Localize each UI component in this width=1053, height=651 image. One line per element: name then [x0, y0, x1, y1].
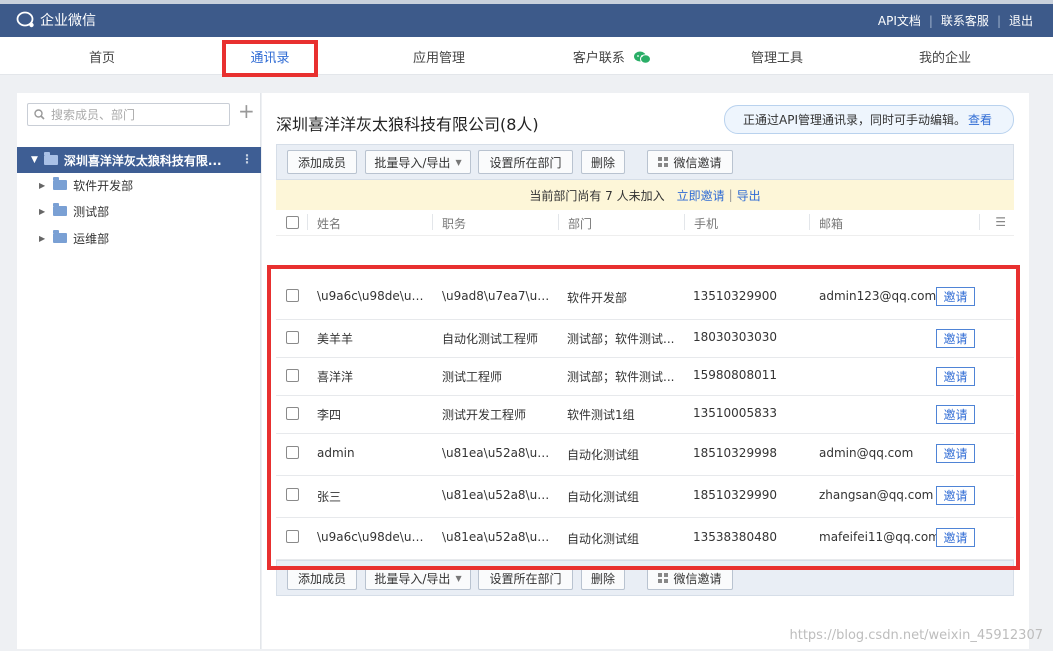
nav-admin-tools[interactable]: 管理工具: [727, 47, 827, 66]
folder-icon: [53, 230, 68, 243]
folder-icon: [53, 177, 68, 190]
caret-right-icon: ▶: [39, 206, 46, 216]
column-header-phone[interactable]: 手机: [694, 215, 718, 232]
add-member-button[interactable]: 添加成员: [287, 150, 357, 174]
column-divider: [432, 214, 433, 230]
set-department-button[interactable]: 设置所在部门: [478, 150, 573, 174]
qr-grid-icon: [658, 157, 669, 167]
tree-root-label: 深圳喜洋洋灰太狼科技有限...: [63, 153, 222, 168]
notice-text: 当前部门尚有 7 人未加入: [529, 188, 665, 203]
wechat-invite-button[interactable]: 微信邀请: [647, 150, 733, 174]
api-note-banner: 正通过API管理通讯录，同时可手动编辑。 查看: [724, 105, 1014, 134]
tree-item-ops[interactable]: ▶ 运维部: [39, 228, 109, 248]
logout-link[interactable]: 退出: [1009, 12, 1033, 29]
column-header-name[interactable]: 姓名: [317, 215, 341, 232]
company-title: 深圳喜洋洋灰太狼科技有限公司(8人): [276, 115, 539, 134]
member-table-header: 姓名 职务 部门 手机 邮箱 ☰: [276, 210, 1014, 236]
department-sidebar: 搜索成员、部门 + ▼ 深圳喜洋洋灰太狼科技有限... ⋮ ▶ 软件开发部 ▶ …: [17, 93, 261, 649]
member-search-input[interactable]: 搜索成员、部门: [27, 103, 230, 126]
dropdown-arrow-icon: ▼: [455, 157, 462, 167]
folder-icon: [43, 152, 58, 165]
nav-my-company[interactable]: 我的企业: [895, 47, 995, 66]
pending-join-notice: 当前部门尚有 7 人未加入 立即邀请 | 导出: [276, 180, 1014, 210]
contact-support-link[interactable]: 联系客服: [941, 12, 989, 29]
top-bar: 企业微信 API文档 | 联系客服 | 退出: [0, 0, 1053, 37]
delete-button[interactable]: 删除: [581, 150, 625, 174]
highlight-box-member-table: [267, 265, 1020, 570]
nav-customer-contact[interactable]: 客户联系: [557, 47, 667, 66]
nav-home[interactable]: 首页: [52, 47, 152, 66]
select-all-checkbox[interactable]: [286, 216, 299, 229]
top-links: API文档 | 联系客服 | 退出: [878, 12, 1033, 29]
nav-customer-contact-label: 客户联系: [572, 51, 625, 66]
tree-item-label: 测试部: [73, 204, 110, 219]
top-separator: |: [996, 13, 1001, 28]
notice-separator: |: [728, 188, 733, 202]
column-divider: [809, 214, 810, 230]
more-options-icon[interactable]: ⋮: [241, 152, 253, 166]
qr-grid-icon: [658, 573, 669, 583]
tree-item-software-dev[interactable]: ▶ 软件开发部: [39, 175, 133, 195]
column-header-title[interactable]: 职务: [442, 215, 466, 232]
highlight-box-contacts-tab: [222, 40, 318, 77]
wechat-icon: [634, 51, 652, 64]
api-note-view-link[interactable]: 查看: [968, 111, 992, 128]
folder-icon: [53, 203, 68, 216]
column-divider: [684, 214, 685, 230]
tree-root-company[interactable]: ▼ 深圳喜洋洋灰太狼科技有限... ⋮: [17, 147, 261, 173]
column-divider: [307, 214, 308, 230]
column-header-email[interactable]: 邮箱: [819, 215, 843, 232]
add-department-button[interactable]: +: [238, 101, 255, 121]
watermark: https://blog.csdn.net/weixin_45912307: [789, 628, 1043, 643]
tree-item-label: 软件开发部: [73, 178, 134, 193]
column-settings-icon[interactable]: ☰: [995, 215, 1006, 229]
app-logo[interactable]: 企业微信: [16, 10, 96, 30]
export-link[interactable]: 导出: [737, 187, 761, 204]
caret-right-icon: ▶: [39, 180, 46, 190]
api-note-text: 正通过API管理通讯录，同时可手动编辑。: [743, 113, 966, 127]
invite-now-link[interactable]: 立即邀请: [677, 187, 725, 204]
wecom-logo-icon: [16, 11, 34, 28]
batch-label: 批量导入/导出: [374, 155, 451, 170]
wechat-invite-label: 微信邀请: [673, 571, 722, 586]
dropdown-arrow-icon: ▼: [455, 573, 462, 583]
column-divider: [979, 214, 980, 230]
search-icon: [34, 109, 45, 120]
column-header-department[interactable]: 部门: [568, 215, 592, 232]
api-docs-link[interactable]: API文档: [878, 12, 921, 29]
search-placeholder: 搜索成员、部门: [51, 108, 136, 122]
caret-right-icon: ▶: [39, 233, 46, 243]
tree-item-testing[interactable]: ▶ 测试部: [39, 201, 109, 221]
main-nav: 首页 通讯录 应用管理 客户联系 管理工具 我的企业: [0, 37, 1053, 75]
member-toolbar-top: 添加成员 批量导入/导出 ▼ 设置所在部门 删除 微信邀请: [276, 144, 1014, 180]
nav-app-management[interactable]: 应用管理: [389, 47, 489, 66]
batch-label: 批量导入/导出: [374, 571, 451, 586]
wechat-invite-label: 微信邀请: [673, 155, 722, 170]
tree-item-label: 运维部: [73, 231, 110, 246]
batch-import-export-button[interactable]: 批量导入/导出 ▼: [365, 150, 471, 174]
app-title: 企业微信: [40, 13, 96, 29]
column-divider: [558, 214, 559, 230]
caret-down-icon: ▼: [31, 155, 38, 165]
top-separator: |: [928, 13, 933, 28]
